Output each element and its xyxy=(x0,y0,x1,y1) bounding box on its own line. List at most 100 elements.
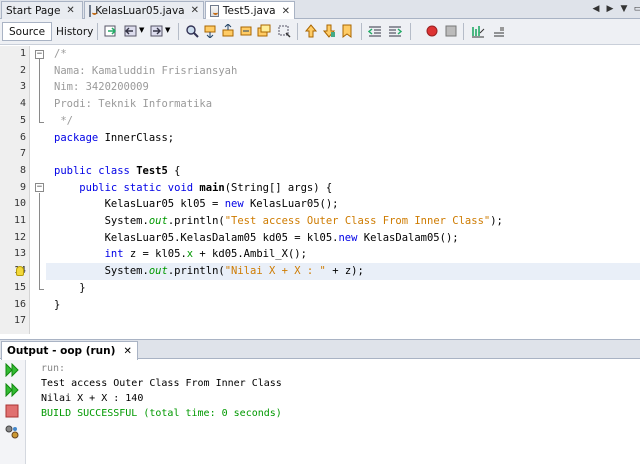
code-text[interactable]: /* Nama: Kamaluddin Frisriansyah Nim: 34… xyxy=(54,46,640,334)
rectangular-selection-icon[interactable] xyxy=(277,24,291,38)
close-icon[interactable]: ✕ xyxy=(123,346,131,357)
comment: Prodi: Teknik Informatika xyxy=(54,98,213,111)
line-number: 3 xyxy=(19,81,26,93)
toolbar-separator xyxy=(361,23,362,40)
method-call: Ambil_X xyxy=(243,248,288,261)
scroll-left-icon[interactable]: ◀ xyxy=(590,2,602,16)
shift-left-icon[interactable] xyxy=(368,24,382,38)
last-edit-icon[interactable] xyxy=(104,24,118,38)
stop-macro-icon[interactable] xyxy=(444,24,458,38)
code-line: public static void main(String[] args) { xyxy=(54,180,640,197)
code-line: int z = kl05.x + kd05.Ambil_X(); xyxy=(54,246,640,263)
editor-tab-strip: Start Page ✕ KelasLuar05.java ✕ Test5.ja… xyxy=(0,0,640,20)
output-panel: run: Test access Outer Class From Inner … xyxy=(0,360,640,464)
method-name: main xyxy=(199,181,225,194)
run-icon[interactable] xyxy=(5,383,19,397)
keyword: package xyxy=(54,131,99,144)
source-button[interactable]: Source xyxy=(2,22,53,41)
fold-toggle-icon[interactable]: − xyxy=(35,49,44,59)
close-icon[interactable]: ✕ xyxy=(66,5,74,16)
line-number: 2 xyxy=(19,64,26,76)
output-line: run: xyxy=(41,363,66,374)
code-line: /* xyxy=(54,46,640,63)
next-bookmark-icon[interactable] xyxy=(322,24,336,38)
forward-icon[interactable] xyxy=(150,24,164,38)
find-next-icon[interactable] xyxy=(221,24,235,38)
chevron-down-icon[interactable]: ▼ xyxy=(139,26,144,34)
line-number: 6 xyxy=(19,131,26,143)
comment: Nim: 3420200009 xyxy=(54,81,149,94)
tab-test5[interactable]: Test5.java ✕ xyxy=(205,1,295,20)
maximize-icon[interactable]: ▭ xyxy=(632,2,640,16)
rerun-icon[interactable] xyxy=(5,363,19,377)
tab-start-page[interactable]: Start Page ✕ xyxy=(1,1,83,19)
java-file-icon xyxy=(89,4,98,17)
tab-output[interactable]: Output - oop (run) ✕ xyxy=(1,341,138,360)
start-pattern-icon[interactable] xyxy=(471,24,485,38)
code-line: Nim: 3420200009 xyxy=(54,79,640,96)
code-token: (); xyxy=(287,248,307,261)
line-number: 11 xyxy=(13,215,26,226)
line-number: 7 xyxy=(19,148,26,160)
output-line: Nilai X + X : 140 xyxy=(41,393,144,404)
keyword: new xyxy=(338,231,358,244)
code-token: + kd05. xyxy=(193,248,244,261)
keyword: int xyxy=(104,248,124,261)
field: out xyxy=(148,265,168,278)
line-number: 17 xyxy=(13,315,26,327)
code-line: */ xyxy=(54,113,640,130)
code-token: KelasLuar05 kl05 = xyxy=(104,198,225,211)
check-icon[interactable] xyxy=(492,24,506,38)
editor-toolbar: Source History ▼ ▼ xyxy=(0,19,640,45)
tab-kelasluar05[interactable]: KelasLuar05.java ✕ xyxy=(84,1,204,19)
line-number: 5 xyxy=(19,114,26,126)
toggle-bookmark-icon[interactable] xyxy=(340,24,354,38)
code-line: package InnerClass; xyxy=(54,130,640,147)
output-side-toolbar xyxy=(0,360,26,464)
lightbulb-icon[interactable] xyxy=(16,266,24,276)
line-number: 10 xyxy=(13,198,26,210)
keyword: public static void xyxy=(79,181,194,194)
back-icon[interactable] xyxy=(124,24,138,38)
code-token: { xyxy=(167,164,181,177)
tab-navigation: ◀ ▶ ▼ ▭ xyxy=(590,2,640,16)
toolbar-separator xyxy=(97,23,98,40)
find-icon[interactable] xyxy=(185,24,199,38)
code-line: KelasLuar05.KelasDalam05 kd05 = kl05.new… xyxy=(54,230,640,247)
line-number: 12 xyxy=(13,231,26,243)
code-line: Nama: Kamaluddin Frisriansyah xyxy=(54,63,640,80)
code-token: System. xyxy=(104,265,149,278)
code-line: KelasLuar05 kl05 = new KelasLuar05(); xyxy=(54,196,640,213)
tab-list-icon[interactable]: ▼ xyxy=(618,2,630,16)
chevron-down-icon[interactable]: ▼ xyxy=(165,26,170,34)
find-previous-icon[interactable] xyxy=(203,24,217,38)
output-panel-header: Output - oop (run) ✕ xyxy=(0,339,640,360)
record-macro-icon[interactable] xyxy=(425,24,439,38)
output-tab-label: Output - oop (run) xyxy=(7,345,116,357)
close-icon[interactable]: ✕ xyxy=(191,5,199,16)
code-editor[interactable]: 1 2 3 4 5 6 7 8 9 10 11 12 13 14 15 16 1… xyxy=(0,46,640,334)
code-token: } xyxy=(79,281,86,294)
toolbar-separator xyxy=(410,23,411,40)
scroll-right-icon[interactable]: ▶ xyxy=(604,2,616,16)
history-button[interactable]: History xyxy=(49,22,100,41)
fold-guide xyxy=(39,193,40,289)
find-selection-icon[interactable] xyxy=(239,24,253,38)
stop-icon[interactable] xyxy=(5,404,19,418)
output-text[interactable]: run: Test access Outer Class From Inner … xyxy=(41,361,282,421)
close-icon[interactable]: ✕ xyxy=(282,6,290,17)
fold-toggle-icon[interactable]: − xyxy=(35,183,44,193)
tab-label: KelasLuar05.java xyxy=(95,4,185,17)
line-number: 8 xyxy=(19,164,26,176)
build-status: BUILD SUCCESSFUL (total time: 0 seconds) xyxy=(41,408,282,419)
settings-icon[interactable] xyxy=(5,425,19,439)
code-token: KelasLuar05(); xyxy=(243,198,339,211)
toggle-highlight-icon[interactable] xyxy=(257,24,271,38)
fold-guide xyxy=(39,59,40,123)
field: out xyxy=(148,215,168,227)
code-token: ); xyxy=(490,215,503,227)
comment: */ xyxy=(54,114,73,127)
shift-right-icon[interactable] xyxy=(388,24,402,38)
previous-bookmark-icon[interactable] xyxy=(304,24,318,38)
